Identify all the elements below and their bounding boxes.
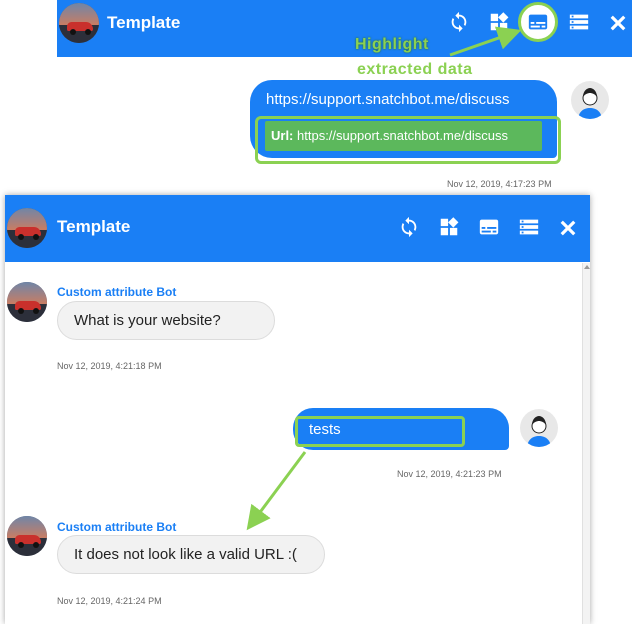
widgets-icon[interactable] <box>488 11 510 33</box>
user-message-bubble: https://support.snatchbot.me/discuss Url… <box>250 80 561 164</box>
close-icon[interactable] <box>607 12 629 34</box>
annotation-extracted-data: extracted data <box>357 61 473 78</box>
extract-data-button[interactable] <box>518 2 558 42</box>
bot-avatar <box>7 282 47 322</box>
close-icon[interactable] <box>557 217 579 239</box>
annotation-highlight: Highlight <box>355 36 429 53</box>
extracted-label: Url: <box>271 128 294 143</box>
user-message-text: tests <box>309 421 341 438</box>
header-title: Template <box>107 13 181 32</box>
chat-header: Template <box>5 195 590 262</box>
header-title: Template <box>57 217 131 236</box>
scrollbar[interactable] <box>582 263 590 624</box>
bot-avatar <box>7 516 47 556</box>
subtitles-icon <box>528 14 548 30</box>
user-avatar <box>571 81 609 119</box>
bot-avatar <box>59 3 99 43</box>
user-avatar <box>520 409 558 447</box>
chat-window-top: Template Highlight extracted data https:… <box>57 0 632 205</box>
timestamp: Nov 12, 2019, 4:17:23 PM <box>447 179 552 189</box>
bot-name: Custom attribute Bot <box>57 285 177 299</box>
refresh-icon[interactable] <box>448 11 470 33</box>
extracted-value: https://support.snatchbot.me/discuss <box>297 128 509 143</box>
bot-message-bubble: What is your website? <box>57 301 275 340</box>
bot-message-bubble: It does not look like a valid URL :( <box>57 535 325 574</box>
timestamp: Nov 12, 2019, 4:21:18 PM <box>57 361 162 371</box>
bot-message-text: What is your website? <box>74 312 221 329</box>
subtitles-icon[interactable] <box>478 216 500 238</box>
extracted-data-chip: Url: https://support.snatchbot.me/discus… <box>265 121 542 151</box>
timestamp: Nov 12, 2019, 4:21:24 PM <box>57 596 162 606</box>
storage-icon[interactable] <box>568 11 590 33</box>
widgets-icon[interactable] <box>438 216 460 238</box>
bot-message-text: It does not look like a valid URL :( <box>74 546 297 563</box>
user-message-text: https://support.snatchbot.me/discuss <box>266 91 510 108</box>
bot-name: Custom attribute Bot <box>57 520 177 534</box>
chat-window-bottom: Template Custom attribute Bot What is yo… <box>5 195 590 624</box>
storage-icon[interactable] <box>518 216 540 238</box>
chat-header: Template <box>57 0 632 57</box>
timestamp: Nov 12, 2019, 4:21:23 PM <box>397 469 502 479</box>
refresh-icon[interactable] <box>398 216 420 238</box>
user-message-bubble: tests <box>293 408 509 450</box>
bot-avatar <box>7 208 47 248</box>
scroll-up-arrow[interactable] <box>584 265 590 269</box>
